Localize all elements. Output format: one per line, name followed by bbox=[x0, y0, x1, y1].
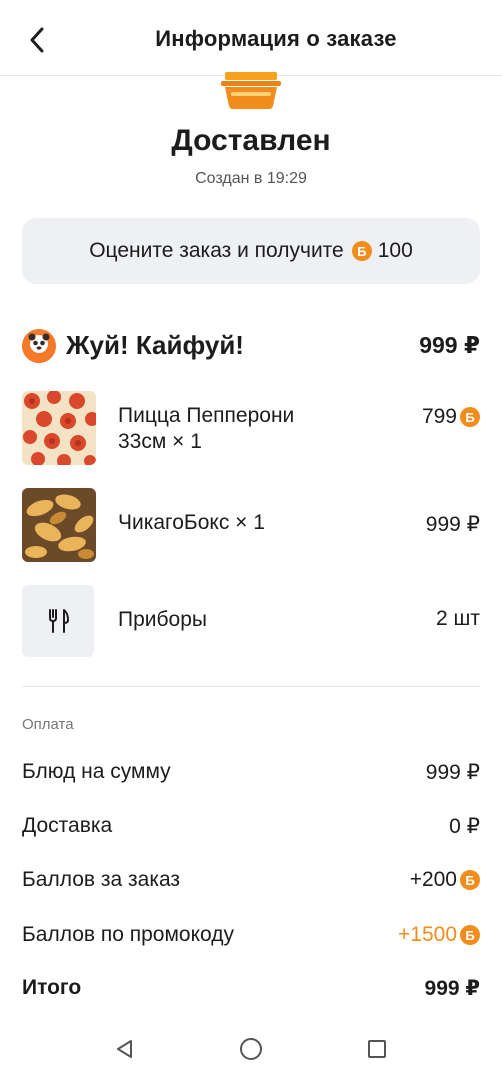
food-box-icon bbox=[221, 72, 281, 109]
bonus-coin-icon: Б bbox=[460, 407, 480, 427]
payment-row: Баллов по промокоду +1500 Б bbox=[22, 923, 480, 953]
rate-order-button[interactable]: Оцените заказ и получите Б 100 bbox=[22, 218, 480, 284]
cutlery-tile bbox=[22, 585, 94, 657]
circle-home-icon bbox=[240, 1038, 262, 1060]
item-name: Пицца Пепперони 33см × 1 bbox=[118, 404, 295, 453]
restaurant-total: 999 ₽ bbox=[419, 332, 480, 358]
item-price: 999 ₽ bbox=[425, 513, 480, 536]
created-time: Создан в 19:29 bbox=[195, 170, 307, 187]
payment-row-value: +200 Б bbox=[410, 868, 480, 892]
payment-row-value: +1500 Б bbox=[398, 923, 480, 947]
list-item: ЧикагоБокс × 1 999 ₽ bbox=[22, 488, 480, 564]
payment-total-value: 999 ₽ bbox=[424, 977, 480, 1000]
bonus-value: +200 bbox=[409, 868, 457, 891]
item-price-value: 799 bbox=[421, 405, 457, 428]
restaurant-row[interactable]: Жуй! Кайфуй! 999 ₽ bbox=[22, 326, 480, 366]
restaurant-logo bbox=[22, 329, 56, 363]
triangle-back-icon bbox=[117, 1040, 132, 1058]
payment-total-label: Итого bbox=[22, 976, 82, 999]
system-nav-bar bbox=[0, 1020, 502, 1080]
item-price: 799 Б bbox=[422, 405, 480, 429]
payment-row-label: Баллов по промокоду bbox=[22, 923, 234, 946]
list-item: Пицца Пепперони 33см × 1 799 Б bbox=[22, 391, 480, 467]
item-name: Приборы bbox=[118, 608, 207, 631]
payment-row-label: Блюд на сумму bbox=[22, 760, 171, 783]
item-name: ЧикагоБокс × 1 bbox=[118, 511, 265, 534]
payment-row-value: 999 ₽ bbox=[425, 761, 480, 784]
payment-row: Блюд на сумму 999 ₽ bbox=[22, 760, 480, 790]
payment-total-row: Итого 999 ₽ bbox=[22, 976, 480, 1006]
pizza-image bbox=[22, 391, 96, 465]
square-recents-icon bbox=[368, 1040, 386, 1058]
payment-row-value: 0 ₽ bbox=[449, 815, 480, 838]
cutlery-icon bbox=[49, 609, 69, 633]
payment-row-label: Доставка bbox=[22, 814, 113, 837]
order-status: Доставлен bbox=[171, 124, 331, 157]
nav-recents-button[interactable] bbox=[362, 1034, 392, 1064]
payment-row: Доставка 0 ₽ bbox=[22, 814, 480, 844]
top-bar: Информация о заказе bbox=[0, 0, 502, 76]
list-item: Приборы 2 шт bbox=[22, 585, 480, 657]
payment-row: Баллов за заказ +200 Б bbox=[22, 868, 480, 898]
chicagobox-image bbox=[22, 488, 96, 562]
promo-bonus-value: +1500 bbox=[398, 923, 457, 946]
bonus-coin-icon: Б bbox=[460, 870, 480, 890]
bonus-coin-icon: Б bbox=[351, 241, 372, 261]
restaurant-name: Жуй! Кайфуй! bbox=[66, 330, 244, 360]
rate-order-label: Оцените заказ и получите bbox=[89, 239, 344, 262]
nav-back-button[interactable] bbox=[110, 1034, 140, 1064]
payment-row-label: Баллов за заказ bbox=[22, 868, 181, 891]
divider bbox=[22, 686, 480, 687]
payment-section-label: Оплата bbox=[22, 716, 74, 733]
item-price: 2 шт bbox=[436, 607, 480, 630]
bonus-coin-icon: Б bbox=[460, 925, 480, 945]
rate-bonus-amount: 100 bbox=[377, 239, 413, 262]
page-title: Информация о заказе bbox=[155, 26, 397, 51]
nav-home-button[interactable] bbox=[236, 1034, 266, 1064]
